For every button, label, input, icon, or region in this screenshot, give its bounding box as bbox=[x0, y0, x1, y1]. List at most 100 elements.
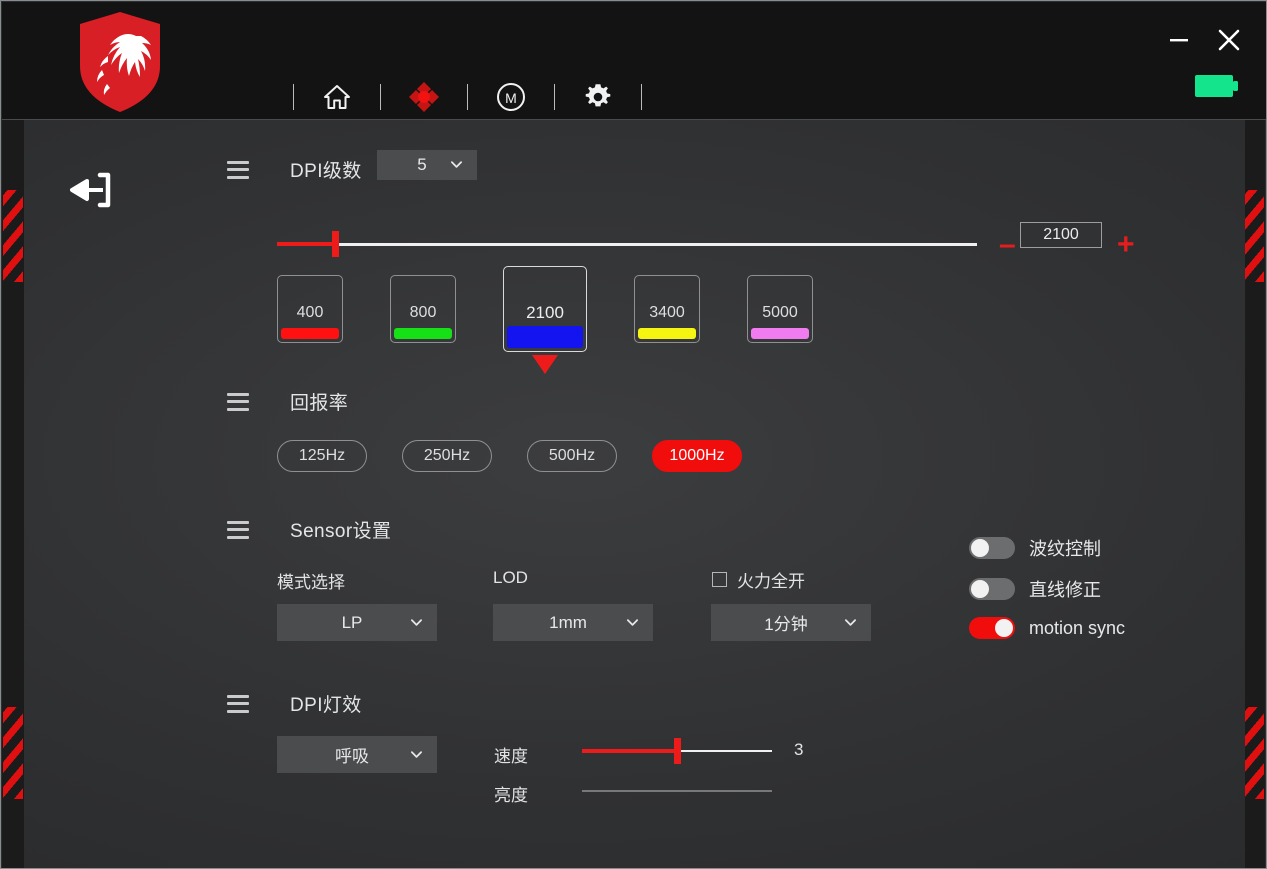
dpi-stage-value: 400 bbox=[296, 304, 324, 321]
lod-dropdown[interactable]: 1mm bbox=[493, 604, 653, 641]
main-navigation: M bbox=[272, 72, 663, 122]
speed-slider-handle[interactable] bbox=[674, 738, 681, 764]
polling-option-250hz[interactable]: 250Hz bbox=[402, 440, 492, 472]
full-power-timeout-dropdown[interactable]: 1分钟 bbox=[711, 604, 871, 641]
dpi-stage-count-dropdown[interactable]: 5 bbox=[377, 150, 477, 180]
angle-snap-toggle[interactable] bbox=[969, 578, 1015, 600]
dpi-stage-color bbox=[281, 328, 339, 339]
back-icon bbox=[70, 172, 111, 208]
full-power-label: 火力全开 bbox=[737, 572, 805, 591]
chevron-down-icon bbox=[844, 618, 857, 626]
dpi-stage-color bbox=[638, 328, 696, 339]
nav-divider bbox=[641, 84, 642, 110]
title-bar: M bbox=[2, 2, 1266, 122]
speed-slider-fill bbox=[582, 749, 678, 753]
back-button[interactable] bbox=[64, 166, 116, 214]
ripple-control-toggle[interactable] bbox=[969, 537, 1015, 559]
mode-select-dropdown[interactable]: LP bbox=[277, 604, 437, 641]
polling-option-500hz[interactable]: 500Hz bbox=[527, 440, 617, 472]
sensor-section-title: Sensor设置 bbox=[290, 521, 392, 542]
minimize-icon bbox=[1170, 39, 1188, 42]
dpi-stage-3-selected[interactable]: 2100 bbox=[503, 266, 587, 374]
dpi-value-input[interactable]: 2100 bbox=[1020, 222, 1102, 248]
dpi-increment-button[interactable]: + bbox=[1117, 225, 1135, 265]
left-rail bbox=[2, 120, 24, 868]
dpi-stage-2[interactable]: 800 bbox=[390, 275, 456, 343]
rail-stripes-bottom bbox=[3, 707, 23, 799]
msi-mouse-config-window: M DPI级数 5 – 2100 + 400 800 2100 3400 500… bbox=[0, 0, 1267, 869]
dpi-section-title: DPI级数 bbox=[290, 161, 362, 182]
dpi-stage-color bbox=[507, 326, 583, 348]
dpi-stage-value: 3400 bbox=[649, 304, 685, 321]
polling-option-1000hz-selected[interactable]: 1000Hz bbox=[652, 440, 742, 472]
minimize-button[interactable] bbox=[1159, 20, 1199, 60]
mode-select-label: 模式选择 bbox=[277, 573, 345, 592]
dpi-value-slider[interactable] bbox=[277, 225, 977, 265]
nav-settings-button[interactable] bbox=[576, 75, 620, 119]
led-section-title: DPI灯效 bbox=[290, 695, 362, 716]
dpi-stage-color bbox=[751, 328, 809, 339]
home-icon bbox=[324, 85, 350, 109]
dpi-slider-handle[interactable] bbox=[332, 231, 339, 257]
motion-sync-toggle-row[interactable]: motion sync bbox=[969, 617, 1125, 639]
list-icon bbox=[227, 392, 249, 411]
dpi-stage-list: 400 800 2100 3400 5000 bbox=[277, 266, 813, 374]
polling-option-125hz[interactable]: 125Hz bbox=[277, 440, 367, 472]
motion-sync-toggle[interactable] bbox=[969, 617, 1015, 639]
chevron-down-icon bbox=[410, 750, 423, 758]
dpi-stage-1[interactable]: 400 bbox=[277, 275, 343, 343]
msi-dragon-logo bbox=[74, 10, 166, 114]
dpi-stage-value: 5000 bbox=[762, 304, 798, 321]
macro-icon: M bbox=[497, 83, 525, 111]
lod-label: LOD bbox=[493, 568, 528, 587]
nav-macro-button[interactable]: M bbox=[489, 75, 533, 119]
close-icon bbox=[1218, 29, 1240, 51]
nav-divider bbox=[293, 84, 294, 110]
sensor-toggle-list: 波纹控制 直线修正 motion sync bbox=[969, 535, 1125, 639]
led-brightness-slider[interactable] bbox=[582, 790, 772, 792]
polling-section-title: 回报率 bbox=[290, 393, 349, 414]
close-button[interactable] bbox=[1209, 20, 1249, 60]
nav-divider bbox=[554, 84, 555, 110]
chevron-down-icon bbox=[626, 618, 639, 626]
toggle-knob bbox=[971, 580, 989, 598]
nav-divider bbox=[380, 84, 381, 110]
svg-text:M: M bbox=[505, 90, 517, 106]
dpi-slider-fill bbox=[277, 242, 335, 246]
dpi-section-header: DPI级数 bbox=[227, 156, 362, 183]
motion-sync-label: motion sync bbox=[1029, 617, 1126, 638]
rail-stripes-top bbox=[1244, 190, 1264, 282]
dpi-stage-5[interactable]: 5000 bbox=[747, 275, 813, 343]
nav-sensor-button[interactable] bbox=[402, 75, 446, 119]
ripple-control-toggle-row[interactable]: 波纹控制 bbox=[969, 535, 1125, 561]
dpi-stage-value: 2100 bbox=[526, 303, 564, 322]
gear-icon bbox=[585, 84, 611, 107]
dpi-slider-track bbox=[335, 243, 977, 246]
toggle-knob bbox=[995, 619, 1013, 637]
led-effect-dropdown[interactable]: 呼吸 bbox=[277, 736, 437, 773]
dpi-sensor-icon bbox=[409, 82, 439, 112]
polling-section-header: 回报率 bbox=[227, 388, 348, 415]
toggle-knob bbox=[971, 539, 989, 557]
list-icon bbox=[227, 520, 249, 539]
rail-stripes-top bbox=[3, 190, 23, 282]
right-rail bbox=[1243, 120, 1265, 868]
led-speed-slider[interactable] bbox=[582, 738, 772, 764]
brightness-label: 亮度 bbox=[494, 786, 528, 805]
dpi-stage-4[interactable]: 3400 bbox=[634, 275, 700, 343]
speed-label: 速度 bbox=[494, 747, 528, 766]
led-speed-value: 3 bbox=[794, 740, 804, 759]
chevron-down-icon bbox=[410, 618, 423, 626]
angle-snap-label: 直线修正 bbox=[1029, 580, 1101, 600]
polling-rate-options: 125Hz 250Hz 500Hz 1000Hz bbox=[277, 440, 742, 472]
nav-home-button[interactable] bbox=[315, 75, 359, 119]
nav-divider bbox=[467, 84, 468, 110]
full-power-checkbox[interactable]: 火力全开 bbox=[712, 567, 805, 592]
angle-snap-toggle-row[interactable]: 直线修正 bbox=[969, 576, 1125, 602]
chevron-down-icon bbox=[450, 161, 463, 168]
content-panel: DPI级数 5 – 2100 + 400 800 2100 3400 5000 … bbox=[24, 120, 1245, 868]
led-section-header: DPI灯效 bbox=[227, 690, 362, 717]
list-icon bbox=[227, 160, 249, 179]
dpi-decrement-button[interactable]: – bbox=[999, 225, 1016, 265]
ripple-control-label: 波纹控制 bbox=[1029, 539, 1101, 559]
